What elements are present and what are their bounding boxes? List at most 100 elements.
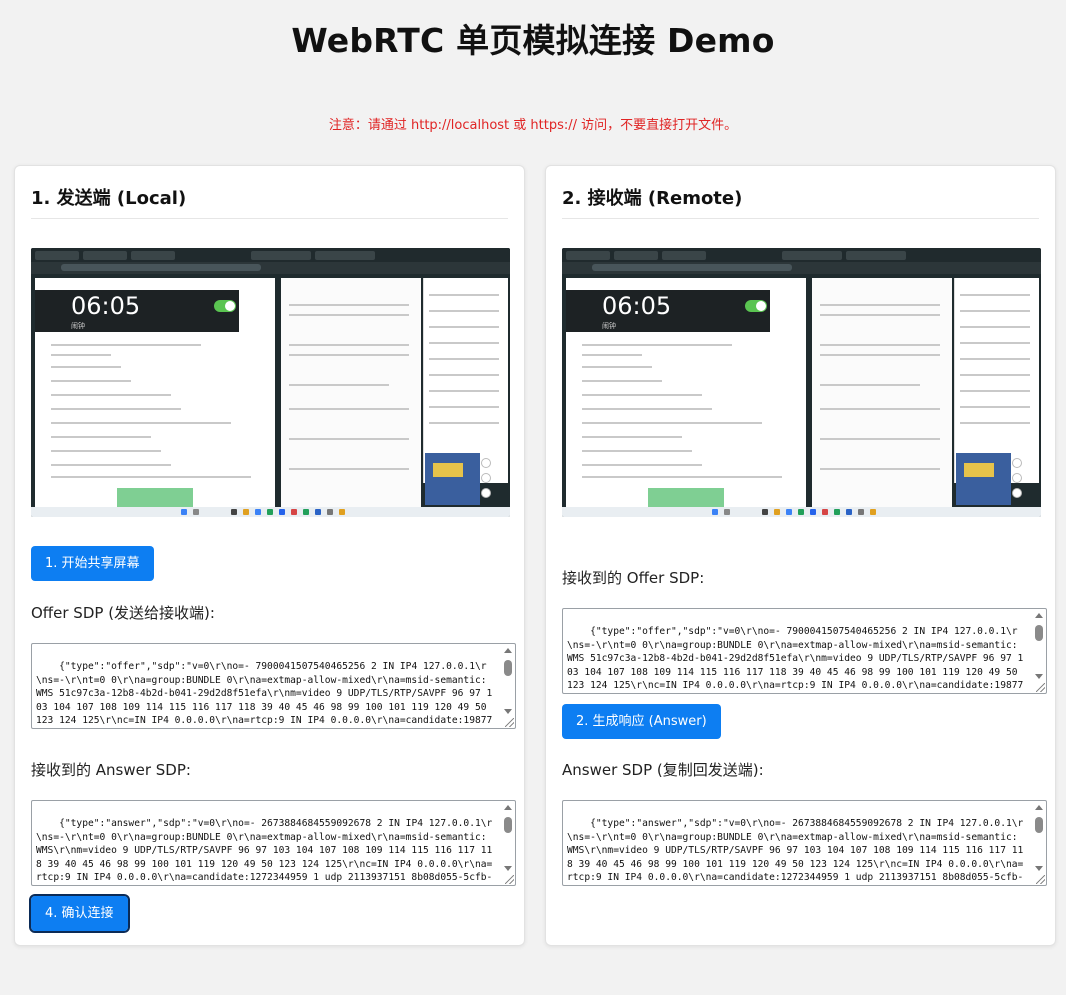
video-round-button: [1012, 488, 1022, 498]
offer-sdp-text: {"type":"offer","sdp":"v=0\r\no=- 790004…: [36, 661, 493, 727]
scroll-thumb[interactable]: [1035, 817, 1043, 833]
video-tab: [566, 251, 610, 260]
resize-grip-icon[interactable]: [505, 875, 514, 884]
scroll-thumb[interactable]: [504, 660, 512, 676]
video-text-line: [289, 354, 409, 356]
scroll-up-icon[interactable]: [504, 805, 512, 810]
video-text-line: [429, 310, 499, 312]
scroll-down-icon[interactable]: [504, 709, 512, 714]
video-text-line: [960, 310, 1030, 312]
video-taskbar-icon: [255, 509, 261, 515]
video-text-line: [51, 366, 121, 368]
offer-sdp-textarea[interactable]: {"type":"offer","sdp":"v=0\r\no=- 790004…: [31, 643, 516, 729]
divider: [31, 218, 508, 219]
video-text-line: [820, 314, 940, 316]
video-taskbar-icon: [846, 509, 852, 515]
video-thumbnail: [425, 453, 480, 505]
answer-sdp-text: {"type":"answer","sdp":"v=0\r\no=- 26738…: [36, 818, 493, 884]
video-text-line: [289, 408, 409, 410]
video-text-line: [960, 326, 1030, 328]
video-text-line: [51, 436, 151, 438]
video-text-line: [960, 374, 1030, 376]
remote-panel: 2. 接收端 (Remote) 06:05 闹钟 接收到的 Offer SDP:…: [545, 165, 1056, 946]
video-text-line: [820, 408, 940, 410]
scroll-down-icon[interactable]: [1035, 866, 1043, 871]
scroll-down-icon[interactable]: [504, 866, 512, 871]
video-tab: [315, 251, 375, 260]
create-answer-button[interactable]: 2. 生成响应 (Answer): [562, 704, 721, 739]
video-tab: [782, 251, 842, 260]
video-tab: [662, 251, 706, 260]
received-offer-textarea[interactable]: {"type":"offer","sdp":"v=0\r\no=- 790004…: [562, 608, 1047, 694]
answer-sdp-output-textarea[interactable]: {"type":"answer","sdp":"v=0\r\no=- 26738…: [562, 800, 1047, 886]
video-text-line: [582, 366, 652, 368]
answer-sdp-textarea[interactable]: {"type":"answer","sdp":"v=0\r\no=- 26738…: [31, 800, 516, 886]
video-document-secondary: [812, 278, 952, 510]
video-text-line: [582, 450, 692, 452]
confirm-connection-button[interactable]: 4. 确认连接: [29, 894, 130, 933]
video-text-line: [51, 422, 231, 424]
video-taskbar-icon: [774, 509, 780, 515]
resize-grip-icon[interactable]: [1036, 875, 1045, 884]
video-tab: [251, 251, 311, 260]
video-text-line: [429, 390, 499, 392]
video-text-line: [289, 438, 409, 440]
video-text-line: [820, 304, 940, 306]
scroll-thumb[interactable]: [1035, 625, 1043, 641]
video-taskbar-icon: [303, 509, 309, 515]
scroll-up-icon[interactable]: [504, 648, 512, 653]
video-url: [592, 264, 792, 271]
video-text-line: [582, 476, 782, 478]
video-text-line: [429, 294, 499, 296]
scroll-down-icon[interactable]: [1035, 674, 1043, 679]
resize-grip-icon[interactable]: [1036, 683, 1045, 692]
resize-grip-icon[interactable]: [505, 718, 514, 727]
offer-sdp-scrollbar[interactable]: [503, 648, 513, 714]
local-panel: 1. 发送端 (Local) 06:05 闹钟 1. 开始共享屏幕 Offer …: [14, 165, 525, 946]
scroll-up-icon[interactable]: [1035, 805, 1043, 810]
video-round-button: [481, 488, 491, 498]
video-text-line: [51, 476, 251, 478]
video-text-line: [429, 342, 499, 344]
video-text-line: [820, 438, 940, 440]
video-text-line: [820, 384, 920, 386]
start-share-button[interactable]: 1. 开始共享屏幕: [31, 546, 154, 581]
video-taskbar-icon: [858, 509, 864, 515]
answer-sdp-label: 接收到的 Answer SDP:: [31, 761, 191, 779]
divider: [562, 218, 1039, 219]
video-text-line: [289, 314, 409, 316]
video-round-button: [1012, 458, 1022, 468]
video-text-line: [429, 374, 499, 376]
scroll-thumb[interactable]: [504, 817, 512, 833]
video-text-line: [429, 422, 499, 424]
video-text-line: [820, 468, 940, 470]
video-tab: [131, 251, 175, 260]
video-text-line: [960, 406, 1030, 408]
video-taskbar-icon: [762, 509, 768, 515]
scroll-up-icon[interactable]: [1035, 613, 1043, 618]
video-taskbar-icon: [822, 509, 828, 515]
answer-sdp-output-scrollbar[interactable]: [1034, 805, 1044, 871]
video-taskbar-icon: [712, 509, 718, 515]
video-text-line: [429, 406, 499, 408]
received-offer-scrollbar[interactable]: [1034, 613, 1044, 679]
video-taskbar-icon: [724, 509, 730, 515]
video-taskbar-icon: [279, 509, 285, 515]
video-text-line: [820, 344, 940, 346]
video-text-line: [289, 304, 409, 306]
video-taskbar-icon: [810, 509, 816, 515]
video-text-line: [51, 394, 171, 396]
page-title: WebRTC 单页模拟连接 Demo: [291, 21, 775, 60]
video-document-secondary: [281, 278, 421, 510]
video-text-line: [582, 436, 682, 438]
answer-sdp-scrollbar[interactable]: [503, 805, 513, 871]
video-clock-time: 06:05: [71, 292, 141, 320]
video-taskbar-icon: [231, 509, 237, 515]
video-text-line: [582, 380, 662, 382]
video-taskbar-icon: [327, 509, 333, 515]
video-text-line: [960, 342, 1030, 344]
video-taskbar-icon: [193, 509, 199, 515]
video-tab: [83, 251, 127, 260]
video-clock-label: 闹钟: [71, 322, 85, 330]
video-clock-time: 06:05: [602, 292, 672, 320]
